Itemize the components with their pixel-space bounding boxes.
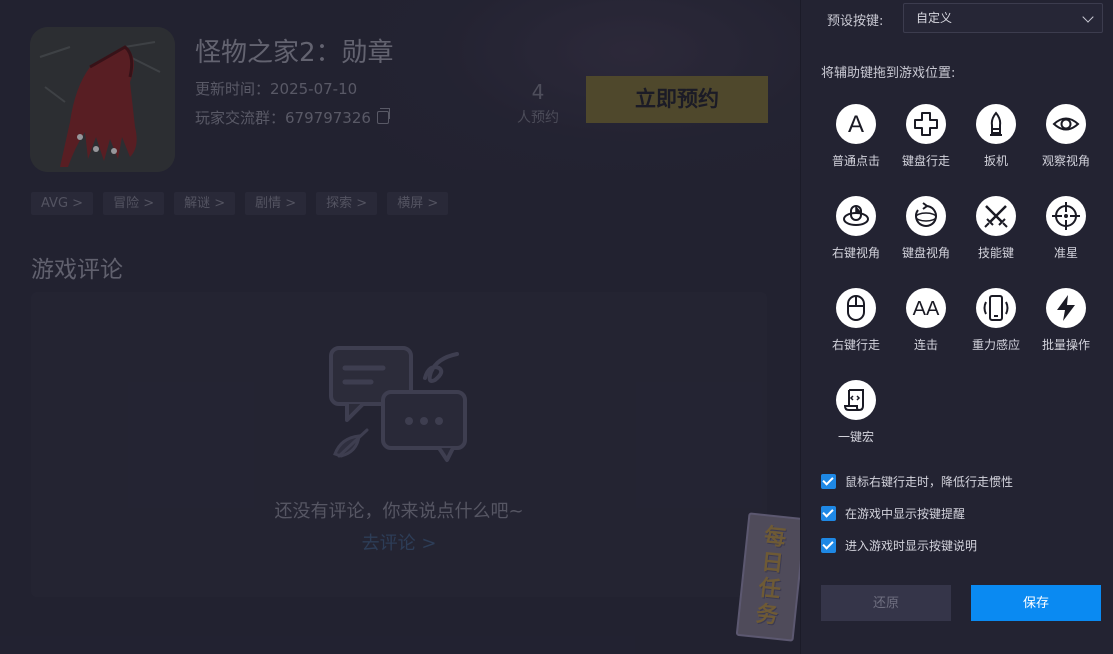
key-label: 批量操作 bbox=[1041, 338, 1090, 352]
checkbox-checked-icon[interactable] bbox=[821, 506, 836, 521]
key-label: 重力感应 bbox=[971, 338, 1020, 352]
rotate-view-icon bbox=[906, 196, 946, 236]
dpad-icon bbox=[906, 104, 946, 144]
key-gravity-sensor[interactable]: 重力感应 bbox=[961, 280, 1031, 370]
daily-badge-char: 日 bbox=[760, 549, 785, 578]
drag-hint: 将辅助键拖到游戏位置: bbox=[821, 66, 956, 81]
preset-select[interactable]: 自定义 bbox=[903, 3, 1103, 33]
key-label: 一键宏 bbox=[837, 430, 874, 444]
dim-overlay bbox=[0, 0, 800, 654]
crosshair-icon bbox=[1046, 196, 1086, 236]
svg-text:AA: AA bbox=[913, 298, 940, 320]
key-right-mouse-view[interactable]: 右键视角 bbox=[821, 188, 891, 278]
daily-badge-char: 务 bbox=[754, 601, 780, 629]
key-keyboard-walk[interactable]: 键盘行走 bbox=[891, 96, 961, 186]
key-label: 技能键 bbox=[977, 246, 1014, 260]
crossed-swords-icon bbox=[976, 196, 1016, 236]
checkbox-checked-icon[interactable] bbox=[821, 538, 836, 553]
key-keyboard-view[interactable]: 键盘视角 bbox=[891, 188, 961, 278]
key-trigger[interactable]: 扳机 bbox=[961, 96, 1031, 186]
checkbox-checked-icon[interactable] bbox=[821, 474, 836, 489]
phone-shake-icon bbox=[976, 288, 1016, 328]
daily-badge-char: 任 bbox=[757, 575, 782, 604]
option-label: 进入游戏时显示按键说明 bbox=[845, 539, 978, 553]
key-label: 普通点击 bbox=[831, 154, 880, 168]
preset-select-value: 自定义 bbox=[916, 11, 953, 25]
key-label: 右键行走 bbox=[831, 338, 880, 352]
bullet-icon bbox=[976, 104, 1016, 144]
key-batch-operation[interactable]: 批量操作 bbox=[1031, 280, 1101, 370]
preset-label: 预设按键: bbox=[827, 14, 884, 29]
save-button[interactable]: 保存 bbox=[971, 585, 1101, 621]
option-reduce-inertia[interactable]: 鼠标右键行走时，降低行走惯性 bbox=[821, 473, 1013, 490]
key-observe-view[interactable]: 观察视角 bbox=[1031, 96, 1101, 186]
key-label: 准星 bbox=[1053, 246, 1078, 260]
restore-button[interactable]: 还原 bbox=[821, 585, 951, 621]
lightning-icon bbox=[1046, 288, 1086, 328]
chevron-down-icon bbox=[1082, 11, 1094, 23]
key-combo[interactable]: AA 连击 bbox=[891, 280, 961, 370]
key-one-click-macro[interactable]: 一键宏 bbox=[821, 372, 891, 462]
letter-a-icon: A bbox=[836, 104, 876, 144]
key-label: 连击 bbox=[913, 338, 938, 352]
key-grid: A 普通点击 键盘行走 扳机 观察视角 右键视角 键盘视角 技能键 准星 右键行… bbox=[821, 96, 1105, 452]
daily-badge-char: 每 bbox=[762, 524, 788, 552]
option-show-key-hints[interactable]: 在游戏中显示按键提醒 bbox=[821, 505, 965, 522]
svg-text:A: A bbox=[848, 111, 864, 137]
key-label: 键盘行走 bbox=[901, 154, 950, 168]
key-skill[interactable]: 技能键 bbox=[961, 188, 1031, 278]
eye-icon bbox=[1046, 104, 1086, 144]
key-label: 观察视角 bbox=[1041, 154, 1090, 168]
option-label: 鼠标右键行走时，降低行走惯性 bbox=[845, 475, 1014, 489]
mouse-rotate-icon bbox=[836, 196, 876, 236]
double-a-icon: AA bbox=[906, 288, 946, 328]
key-normal-click[interactable]: A 普通点击 bbox=[821, 96, 891, 186]
option-show-key-guide[interactable]: 进入游戏时显示按键说明 bbox=[821, 537, 977, 554]
script-icon bbox=[836, 380, 876, 420]
mouse-icon bbox=[836, 288, 876, 328]
key-label: 扳机 bbox=[983, 154, 1008, 168]
key-right-mouse-walk[interactable]: 右键行走 bbox=[821, 280, 891, 370]
key-crosshair[interactable]: 准星 bbox=[1031, 188, 1101, 278]
key-mapping-panel: 预设按键: 自定义 将辅助键拖到游戏位置: A 普通点击 键盘行走 扳机 观察视… bbox=[800, 0, 1113, 654]
game-detail-page: 怪物之家2：勋章 更新时间：2025-07-10 玩家交流群：679797326… bbox=[0, 0, 800, 654]
key-label: 键盘视角 bbox=[901, 246, 950, 260]
key-label: 右键视角 bbox=[831, 246, 880, 260]
app-root: 怪物之家2：勋章 更新时间：2025-07-10 玩家交流群：679797326… bbox=[0, 0, 1113, 654]
option-label: 在游戏中显示按键提醒 bbox=[845, 507, 966, 521]
